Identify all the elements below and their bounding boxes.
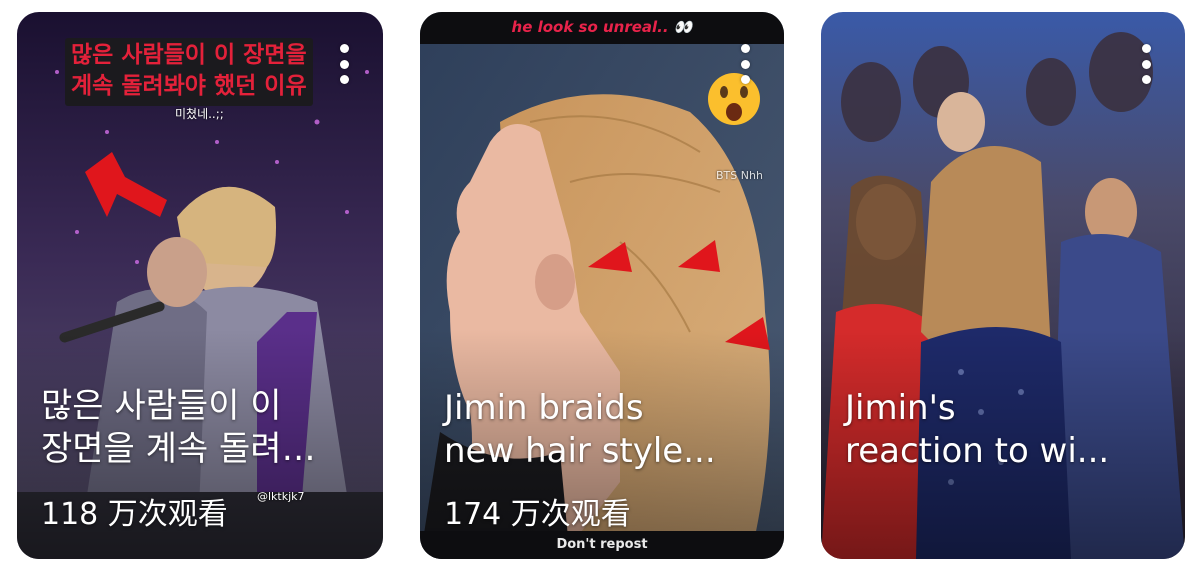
watermark: @lktkjk7 — [257, 490, 305, 503]
overlay-caption: 많은 사람들이 이 장면을 계속 돌려봐야 했던 이유 — [65, 38, 313, 106]
top-caption: he look so unreal.. 👀 — [420, 12, 784, 44]
video-card-1[interactable]: 많은 사람들이 이 장면을 계속 돌려봐야 했던 이유 미쳤네..;; 많은 사… — [17, 12, 383, 559]
more-options-icon[interactable] — [740, 44, 750, 84]
shocked-face-emoji — [708, 73, 760, 125]
bottom-caption: Don't repost — [420, 531, 784, 559]
view-count: 118 万次观看 — [41, 497, 228, 532]
video-title[interactable]: 많은 사람들이 이 장면을 계속 돌려… — [41, 385, 365, 471]
video-title[interactable]: Jimin braids new hair style... — [444, 387, 766, 473]
more-options-icon[interactable] — [339, 44, 349, 84]
view-count: 174 万次观看 — [444, 497, 631, 532]
more-options-icon[interactable] — [1141, 44, 1151, 84]
video-card-2[interactable]: he look so unreal.. 👀 BTS Nhh Jimin brai… — [420, 12, 784, 559]
video-card-3[interactable]: Jimin's reaction to wi... — [821, 12, 1185, 559]
video-title[interactable]: Jimin's reaction to wi... — [845, 387, 1167, 473]
overlay-small-text: 미쳤네..;; — [175, 107, 224, 121]
watermark: BTS Nhh — [716, 169, 763, 182]
